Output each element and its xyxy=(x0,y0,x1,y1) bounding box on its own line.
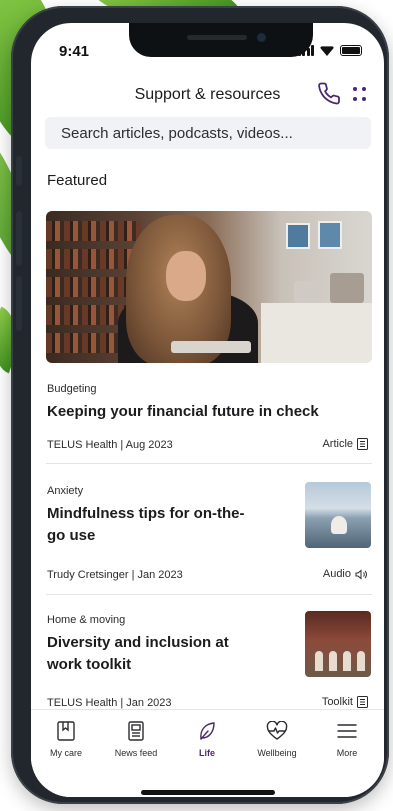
search-placeholder: Search articles, podcasts, videos... xyxy=(61,124,293,142)
card-thumbnail[interactable] xyxy=(305,611,371,677)
card-type: Toolkit xyxy=(322,696,368,708)
tab-label: Wellbeing xyxy=(257,748,297,758)
app-screen: 9:41 Support & resources Search articles… xyxy=(31,23,384,797)
search-input[interactable]: Search articles, podcasts, videos... xyxy=(45,117,371,149)
divider xyxy=(46,594,372,595)
card-type-label: Audio xyxy=(322,568,351,580)
card-meta: TELUS Health | Jan 2023 xyxy=(47,697,172,709)
phone-side-button xyxy=(16,156,22,186)
phone-notch xyxy=(129,23,313,57)
card-meta: Trudy Cretsinger | Jan 2023 xyxy=(47,569,183,581)
bookmark-icon xyxy=(57,721,75,741)
card-type: Audio xyxy=(323,568,368,580)
divider xyxy=(46,463,372,464)
card-title-line[interactable]: go use xyxy=(47,525,95,547)
tab-my-care[interactable]: My care xyxy=(33,720,99,758)
card-title-line[interactable]: work toolkit xyxy=(47,654,131,676)
home-indicator[interactable] xyxy=(141,790,275,795)
featured-type: Article xyxy=(322,438,368,450)
article-icon xyxy=(357,438,368,450)
tab-label: More xyxy=(336,748,358,758)
featured-title[interactable]: Keeping your financial future in check xyxy=(47,401,319,423)
tab-news-feed[interactable]: News feed xyxy=(103,720,169,758)
card-thumbnail[interactable] xyxy=(305,482,371,548)
status-time: 9:41 xyxy=(59,43,90,60)
tab-label: Life xyxy=(198,748,215,758)
tab-label: News feed xyxy=(114,748,158,758)
tab-wellbeing[interactable]: Wellbeing xyxy=(244,720,310,758)
leaf-icon xyxy=(200,722,215,740)
battery-icon xyxy=(340,45,362,56)
card-title-line[interactable]: Mindfulness tips for on-the- xyxy=(47,503,244,525)
speaker-icon xyxy=(355,568,367,580)
phone-call-icon[interactable] xyxy=(318,82,342,106)
phone-frame: 9:41 Support & resources Search articles… xyxy=(11,6,389,804)
featured-meta: TELUS Health | Aug 2023 xyxy=(47,439,173,451)
featured-image[interactable] xyxy=(46,211,372,363)
menu-icon xyxy=(337,724,357,738)
wifi-icon xyxy=(319,44,335,56)
toolkit-icon xyxy=(357,696,368,708)
phone-side-button xyxy=(16,276,22,331)
bottom-tab-bar: My care News feed Life Wellbeing More xyxy=(31,709,384,797)
heart-pulse-icon xyxy=(266,721,288,740)
featured-type-label: Article xyxy=(322,438,353,450)
phone-side-button xyxy=(16,211,22,266)
card-type-label: Toolkit xyxy=(321,696,353,708)
card-category: Anxiety xyxy=(47,485,84,497)
featured-category: Budgeting xyxy=(47,383,97,395)
apps-grid-icon[interactable] xyxy=(353,87,367,101)
featured-section-title: Featured xyxy=(47,172,108,189)
tab-label: My care xyxy=(49,748,82,758)
card-category: Home & moving xyxy=(47,614,126,626)
tab-life[interactable]: Life xyxy=(174,720,240,758)
card-title-line[interactable]: Diversity and inclusion at xyxy=(47,632,229,654)
tab-more[interactable]: More xyxy=(314,720,380,758)
news-feed-icon xyxy=(128,721,144,741)
